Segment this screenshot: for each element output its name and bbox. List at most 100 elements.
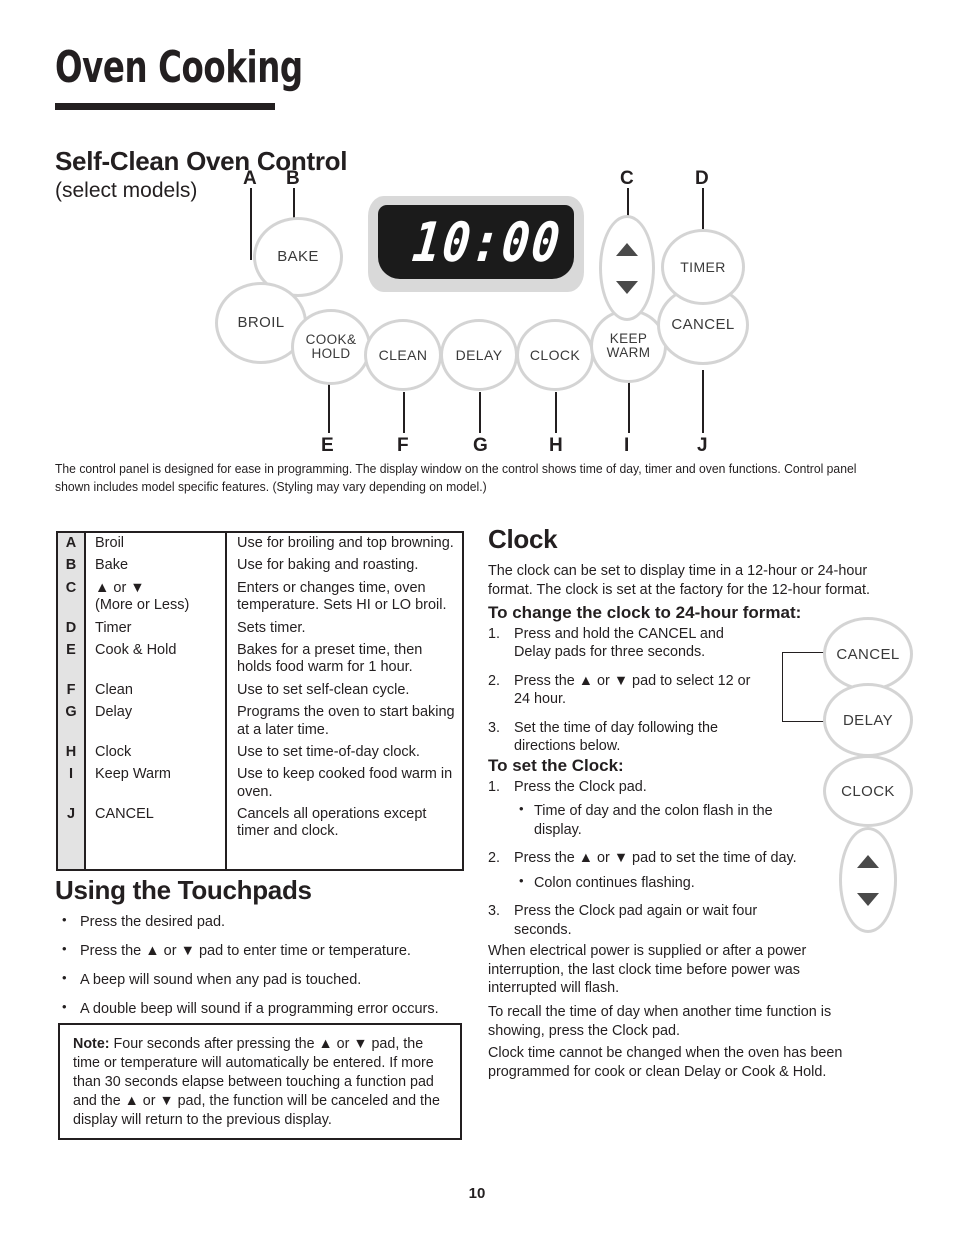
control-panel-intro-paragraph: The control panel is designed for ease i… bbox=[55, 462, 857, 495]
pad-keep-warm[interactable]: KEEP WARM bbox=[593, 312, 664, 380]
table-row: H Clock Use to set time-of-day clock. bbox=[57, 741, 463, 765]
list-item: Press the ▲ or ▼ pad to enter time or te… bbox=[58, 941, 468, 960]
pad-timer-label: TIMER bbox=[680, 258, 726, 275]
list-item: 1. Press the Clock pad. Time of day and … bbox=[488, 778, 818, 839]
leader-line-e bbox=[328, 381, 330, 433]
list-item: Time of day and the colon flash in the d… bbox=[514, 801, 818, 839]
step-text: Press the Clock pad again or wait four s… bbox=[514, 903, 758, 938]
note-label: Note: bbox=[73, 1036, 110, 1052]
list-item: 3. Set the time of day following the dir… bbox=[488, 719, 758, 756]
leader-line-b bbox=[293, 188, 295, 222]
side-pad-cancel[interactable]: CANCEL bbox=[826, 620, 910, 688]
legend-description: Programs the oven to start baking at a l… bbox=[237, 704, 455, 738]
step-number: 3. bbox=[488, 903, 501, 920]
pad-clock[interactable]: CLOCK bbox=[519, 322, 591, 388]
page-title: Oven Cooking bbox=[55, 42, 303, 93]
legend-description: Sets timer. bbox=[237, 619, 306, 636]
step-text: Press the ▲ or ▼ pad to select 12 or 24 … bbox=[514, 672, 751, 708]
legend-description: Use to set self-clean cycle. bbox=[237, 681, 410, 698]
section-heading-self-clean: Self-Clean Oven Control bbox=[55, 146, 348, 176]
legend-key: D bbox=[57, 617, 86, 640]
marker-b: B bbox=[286, 168, 300, 189]
legend-description: Use for broiling and top browning. bbox=[237, 535, 454, 551]
legend-description: Use to keep cooked food warm in oven. bbox=[237, 766, 453, 800]
list-item: Press the desired pad. bbox=[58, 912, 468, 931]
marker-d: D bbox=[695, 168, 709, 189]
step-text: Press and hold the CANCEL and Delay pads… bbox=[514, 626, 724, 661]
oven-display-screen: 10:00 bbox=[378, 205, 574, 279]
marker-j: J bbox=[697, 435, 708, 456]
manual-page: Oven Cooking Self-Clean Oven Control (se… bbox=[0, 0, 954, 1235]
clock-intro-paragraph: The clock can be set to display time in … bbox=[488, 563, 871, 598]
list-item: 3. Press the Clock pad again or wait fou… bbox=[488, 902, 818, 939]
clock-paragraph-cannot-change: Clock time cannot be changed when the ov… bbox=[488, 1045, 843, 1080]
chevron-down-icon[interactable] bbox=[616, 280, 638, 294]
table-row: J CANCEL Cancels all operations except t… bbox=[57, 804, 463, 844]
legend-function: Delay bbox=[85, 702, 227, 742]
pad-clean-label: CLEAN bbox=[378, 346, 428, 363]
legend-key: E bbox=[57, 639, 86, 680]
chevron-up-icon[interactable] bbox=[857, 854, 879, 868]
legend-key: A bbox=[57, 532, 86, 556]
legend-function-line2: (More or Less) bbox=[95, 597, 190, 614]
table-row-spacer bbox=[57, 843, 463, 870]
steps-set-clock: 1. Press the Clock pad. Time of day and … bbox=[488, 778, 818, 949]
note-text: Four seconds after pressing the ▲ or ▼ p… bbox=[73, 1036, 440, 1128]
pad-clean[interactable]: CLEAN bbox=[367, 322, 439, 388]
list-item: A beep will sound when any pad is touche… bbox=[58, 970, 468, 989]
pad-delay[interactable]: DELAY bbox=[443, 322, 515, 388]
side-pad-more-less-arrows[interactable] bbox=[842, 830, 894, 930]
pad-more-less-arrows[interactable] bbox=[602, 218, 652, 318]
side-pad-delay[interactable]: DELAY bbox=[826, 686, 910, 754]
legend-key: H bbox=[57, 741, 86, 765]
legend-description: Bakes for a preset time, then holds food… bbox=[237, 641, 423, 676]
step-number: 2. bbox=[488, 672, 501, 689]
section-subheading-select-models: (select models) bbox=[55, 179, 198, 202]
side-pad-clock[interactable]: CLOCK bbox=[826, 758, 910, 824]
bracket-cancel-delay bbox=[782, 652, 829, 722]
legend-function: Keep Warm bbox=[85, 764, 227, 805]
marker-f: F bbox=[397, 435, 409, 456]
pad-clock-label: CLOCK bbox=[529, 346, 581, 363]
oven-display-time: 10:00 bbox=[409, 210, 565, 274]
leader-line-j bbox=[702, 370, 704, 433]
table-row: I Keep Warm Use to keep cooked food warm… bbox=[57, 764, 463, 805]
marker-e: E bbox=[321, 435, 334, 456]
leader-line-f bbox=[403, 392, 405, 433]
step-number: 1. bbox=[488, 779, 501, 795]
leader-line-h bbox=[555, 392, 557, 433]
leader-line-a bbox=[250, 188, 252, 260]
list-item: 2. Press the ▲ or ▼ pad to select 12 or … bbox=[488, 672, 758, 709]
pad-cook-and-hold-label: COOK& HOLD bbox=[305, 332, 357, 361]
legend-description: Cancels all operations except timer and … bbox=[237, 806, 427, 840]
step-text: Press the ▲ or ▼ pad to set the time of … bbox=[514, 850, 797, 867]
table-row: B Bake Use for baking and roasting. bbox=[57, 555, 463, 578]
step-text: Set the time of day following the direct… bbox=[514, 719, 718, 755]
pad-broil-label: BROIL bbox=[237, 314, 285, 332]
step-sublist: Colon continues flashing. bbox=[514, 873, 818, 892]
pad-bake[interactable]: BAKE bbox=[256, 220, 340, 294]
note-box: Note: Four seconds after pressing the ▲ … bbox=[58, 1023, 462, 1140]
legend-description: Enters or changes time, oven temperature… bbox=[237, 579, 447, 614]
subheading-set-the-clock: To set the Clock: bbox=[488, 756, 624, 775]
legend-description: Use for baking and roasting. bbox=[237, 557, 419, 574]
side-pad-clock-label: CLOCK bbox=[841, 782, 895, 800]
table-row: C ▲ or ▼ (More or Less) Enters or change… bbox=[57, 577, 463, 618]
pad-broil[interactable]: BROIL bbox=[218, 285, 304, 361]
subheading-change-to-24-hour: To change the clock to 24-hour format: bbox=[488, 603, 802, 622]
marker-h: H bbox=[549, 435, 563, 456]
step-number: 3. bbox=[488, 719, 501, 736]
title-underline-rule bbox=[55, 103, 275, 110]
chevron-down-icon[interactable] bbox=[857, 892, 879, 906]
list-item: Colon continues flashing. bbox=[514, 873, 818, 892]
leader-line-g bbox=[479, 392, 481, 433]
pad-delay-label: DELAY bbox=[455, 346, 503, 363]
pad-cook-and-hold[interactable]: COOK& HOLD bbox=[294, 312, 368, 382]
table-row: D Timer Sets timer. bbox=[57, 617, 463, 640]
pad-timer[interactable]: TIMER bbox=[664, 232, 742, 302]
step-number: 2. bbox=[488, 850, 501, 867]
chevron-up-icon[interactable] bbox=[616, 242, 638, 256]
legend-key: B bbox=[57, 555, 86, 578]
side-pad-delay-label: DELAY bbox=[842, 711, 894, 729]
pad-keep-warm-label: KEEP WARM bbox=[606, 331, 651, 360]
